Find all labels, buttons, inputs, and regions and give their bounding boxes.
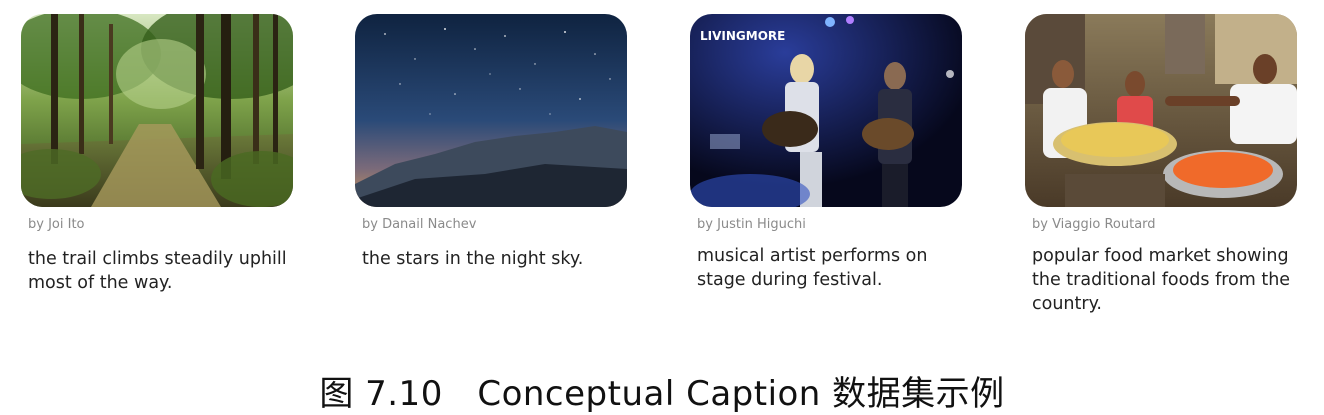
image-caption: popular food market showing the traditio…: [1032, 246, 1291, 314]
image-caption: musical artist performs on stage during …: [697, 246, 928, 290]
photo-credit: by Danail Nachev: [362, 217, 477, 232]
example-card-2: by Danail Nachev the stars in the night …: [355, 14, 627, 271]
photo-credit: by Justin Higuchi: [697, 217, 806, 232]
image-caption: the stars in the night sky.: [362, 249, 584, 269]
example-card-1: by Joi Ito the trail climbs steadily uph…: [21, 14, 293, 295]
image-caption: the trail climbs steadily uphill most of…: [28, 249, 287, 293]
forest-trail-photo: [21, 14, 293, 207]
venue-sign: LIVINGMORE: [700, 29, 785, 43]
concert-photo: LIVINGMORE: [690, 14, 962, 207]
example-card-3: LIVINGMORE by Justin Higuchi musical art…: [690, 14, 962, 292]
example-card-4: by Viaggio Routard popular food market s…: [1025, 14, 1297, 316]
photo-credit: by Viaggio Routard: [1032, 217, 1156, 232]
night-sky-photo: [355, 14, 627, 207]
figure-caption: 图 7.10 Conceptual Caption 数据集示例: [319, 374, 1005, 414]
photo-credit: by Joi Ito: [28, 217, 85, 232]
food-market-photo: [1025, 14, 1297, 207]
